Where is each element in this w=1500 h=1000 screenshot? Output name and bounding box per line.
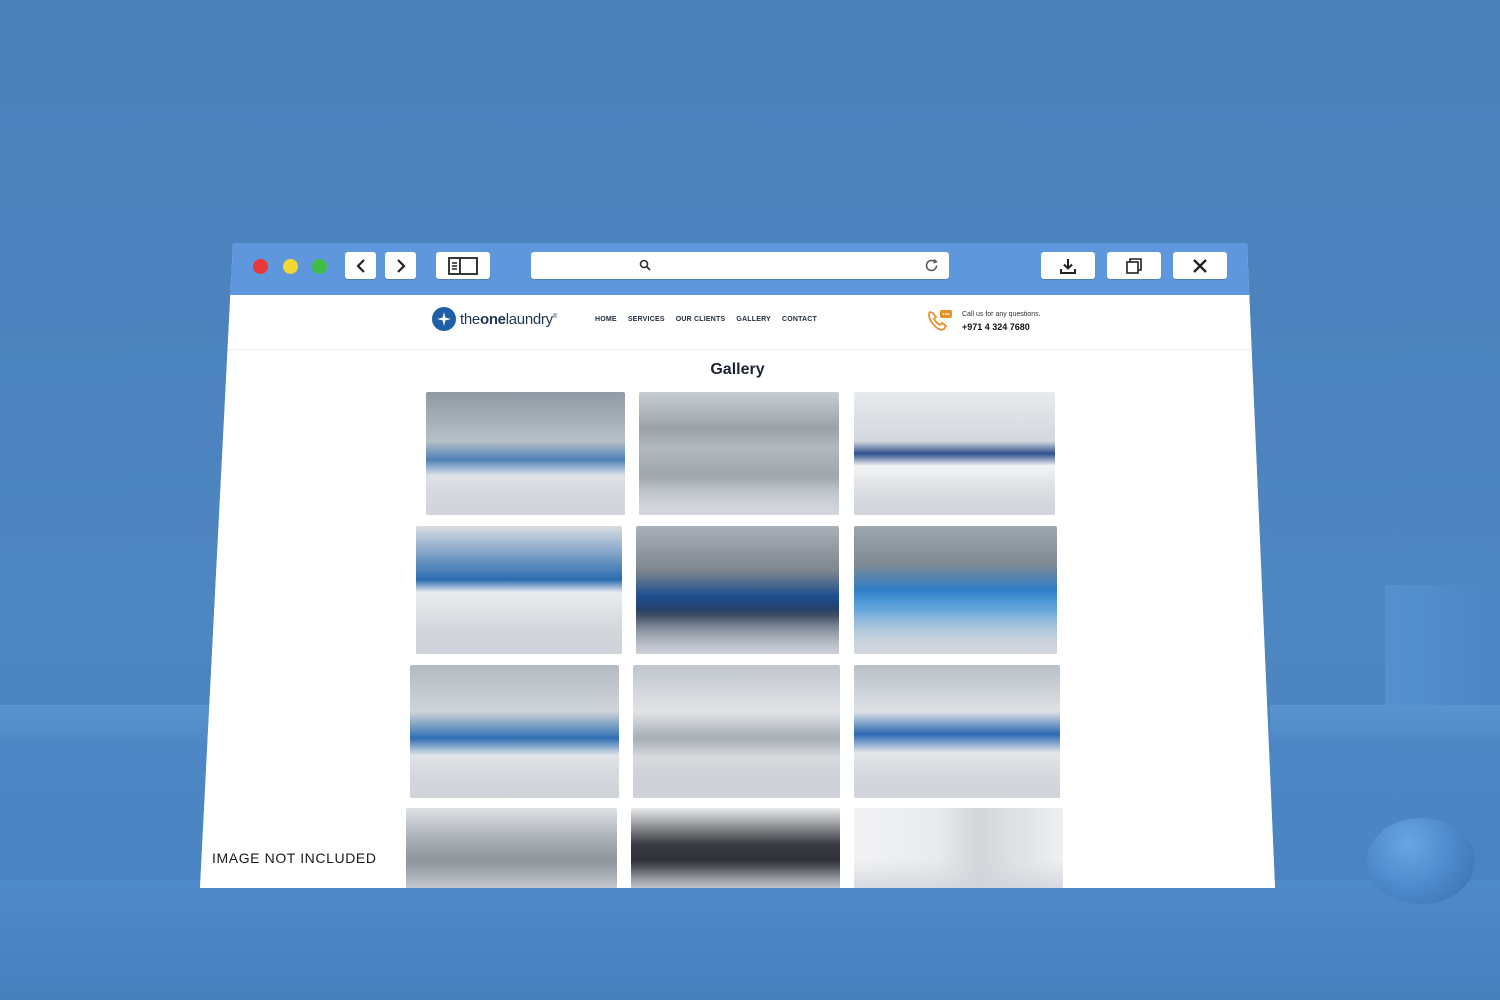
sidebar-button[interactable]	[436, 252, 490, 279]
chevron-left-icon	[355, 258, 365, 273]
gallery-photo[interactable]	[631, 808, 840, 888]
nav-contact[interactable]: CONTACT	[782, 316, 817, 323]
nav-home[interactable]: HOME	[595, 316, 617, 323]
close-icon	[1193, 258, 1207, 273]
close-window-dot[interactable]	[253, 259, 268, 274]
star-logo-icon	[432, 307, 456, 331]
gallery-photo[interactable]	[406, 808, 617, 888]
gallery-photo[interactable]	[854, 808, 1063, 888]
logo-wordmark: theonelaundry®	[460, 310, 557, 328]
gallery-photo[interactable]	[410, 665, 619, 798]
site-logo[interactable]: theonelaundry®	[432, 307, 557, 331]
scene-ball	[1367, 818, 1475, 904]
phone-chat-icon	[928, 310, 952, 331]
page-title: Gallery	[710, 361, 765, 378]
gallery-photo[interactable]	[854, 665, 1060, 798]
download-icon	[1060, 258, 1076, 274]
gallery-photo[interactable]	[426, 392, 625, 515]
back-button[interactable]	[345, 252, 376, 279]
address-bar[interactable]	[531, 252, 949, 279]
maximize-window-dot[interactable]	[312, 259, 327, 274]
scene-step	[0, 705, 215, 885]
browser-window: theonelaundry® HOME SERVICES OUR CLIENTS…	[200, 243, 1275, 888]
gallery-photo[interactable]	[636, 526, 839, 654]
reload-icon[interactable]	[924, 258, 939, 273]
nav-services[interactable]: SERVICES	[628, 316, 665, 323]
gallery-photo[interactable]	[633, 665, 840, 798]
gallery-photo[interactable]	[854, 392, 1055, 515]
minimize-window-dot[interactable]	[283, 259, 298, 274]
nav-our-clients[interactable]: OUR CLIENTS	[676, 316, 726, 323]
forward-button[interactable]	[385, 252, 416, 279]
call-info: Call us for any questions. +971 4 324 76…	[926, 308, 1041, 334]
duplicate-icon	[1126, 257, 1142, 274]
web-page: theonelaundry® HOME SERVICES OUR CLIENTS…	[200, 295, 1275, 888]
gallery-photo[interactable]	[639, 392, 839, 515]
close-button[interactable]	[1173, 252, 1227, 279]
scene-floor	[0, 880, 1500, 1000]
call-caption: Call us for any questions.	[962, 310, 1041, 318]
main-nav: HOME SERVICES OUR CLIENTS GALLERY CONTAC…	[595, 316, 817, 323]
site-header: theonelaundry® HOME SERVICES OUR CLIENTS…	[200, 295, 1275, 350]
gallery-photo[interactable]	[416, 526, 622, 654]
duplicate-tab-button[interactable]	[1107, 252, 1161, 279]
sidebar-icon	[448, 256, 478, 275]
search-icon	[639, 259, 651, 271]
phone-number[interactable]: +971 4 324 7680	[962, 322, 1041, 332]
nav-gallery[interactable]: GALLERY	[736, 316, 771, 323]
browser-titlebar	[200, 243, 1275, 295]
gallery-photo[interactable]	[854, 526, 1057, 654]
download-button[interactable]	[1041, 252, 1095, 279]
image-not-included-note: IMAGE NOT INCLUDED	[212, 850, 377, 866]
chevron-right-icon	[396, 258, 406, 273]
